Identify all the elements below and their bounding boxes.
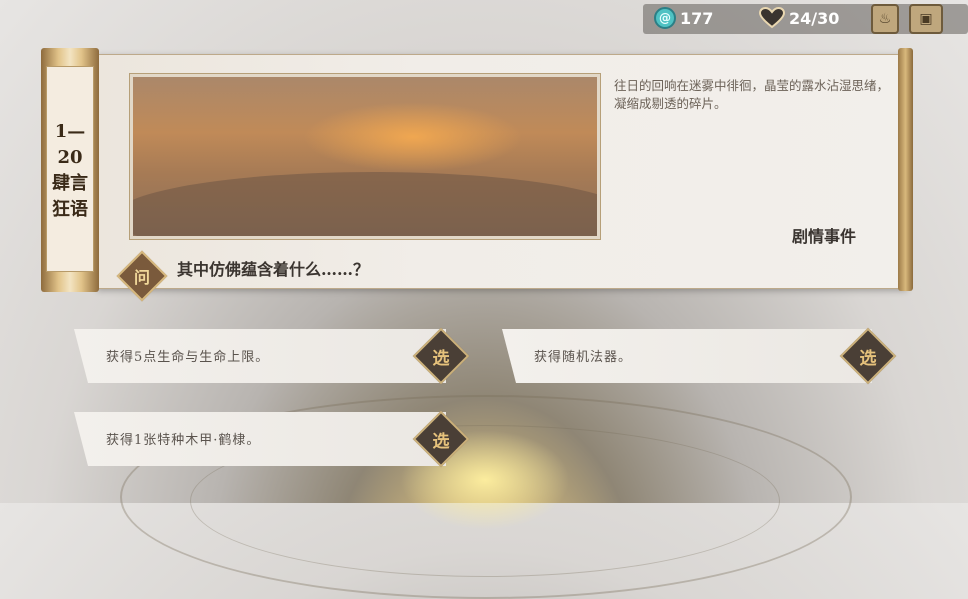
stage-label: 1— 20 肆言 狂语	[52, 121, 88, 220]
event-type-label: 剧情事件	[792, 227, 857, 246]
option-3-text: 获得1张特种木甲·鹤棣。	[106, 433, 261, 448]
heart-icon	[759, 7, 785, 29]
coin-counter: @ 177	[654, 7, 713, 29]
backpack-icon: ▣	[919, 11, 933, 27]
event-description: 往日的回响在迷雾中徘徊，晶莹的露水沾湿思绪，凝缩成剔透的碎片。	[614, 78, 890, 111]
question-badge: 问	[133, 268, 150, 287]
option-2-text: 获得随机法器。	[534, 350, 633, 365]
option-2-select-button[interactable]: 选	[848, 336, 888, 376]
option-1-select-button[interactable]: 选	[421, 336, 461, 376]
option-3[interactable]: 获得1张特种木甲·鹤棣。 选	[74, 410, 470, 468]
health-counter: 24/30	[759, 7, 839, 29]
flame-icon: ♨	[878, 11, 892, 27]
scene-sun	[303, 102, 523, 172]
scroll-rod-right	[898, 48, 913, 291]
health-value: 24/30	[789, 8, 840, 28]
bag-button[interactable]: ▣	[909, 4, 943, 34]
stage-banner: 1— 20 肆言 狂语	[41, 48, 99, 292]
spiral-coin-icon: @	[654, 7, 676, 29]
event-question: 其中仿佛蕴含着什么……？	[177, 260, 370, 279]
option-1[interactable]: 获得5点生命与生命上限。 选	[74, 327, 470, 385]
skill-button[interactable]: ♨	[871, 4, 899, 34]
stage-banner-inner: 1— 20 肆言 狂语	[46, 66, 94, 272]
option-2[interactable]: 获得随机法器。 选	[502, 327, 897, 385]
coin-value: 177	[680, 8, 714, 28]
option-1-text: 获得5点生命与生命上限。	[106, 350, 270, 365]
event-illustration	[129, 73, 601, 240]
scene-ground	[133, 172, 597, 236]
option-3-select-button[interactable]: 选	[421, 419, 461, 459]
